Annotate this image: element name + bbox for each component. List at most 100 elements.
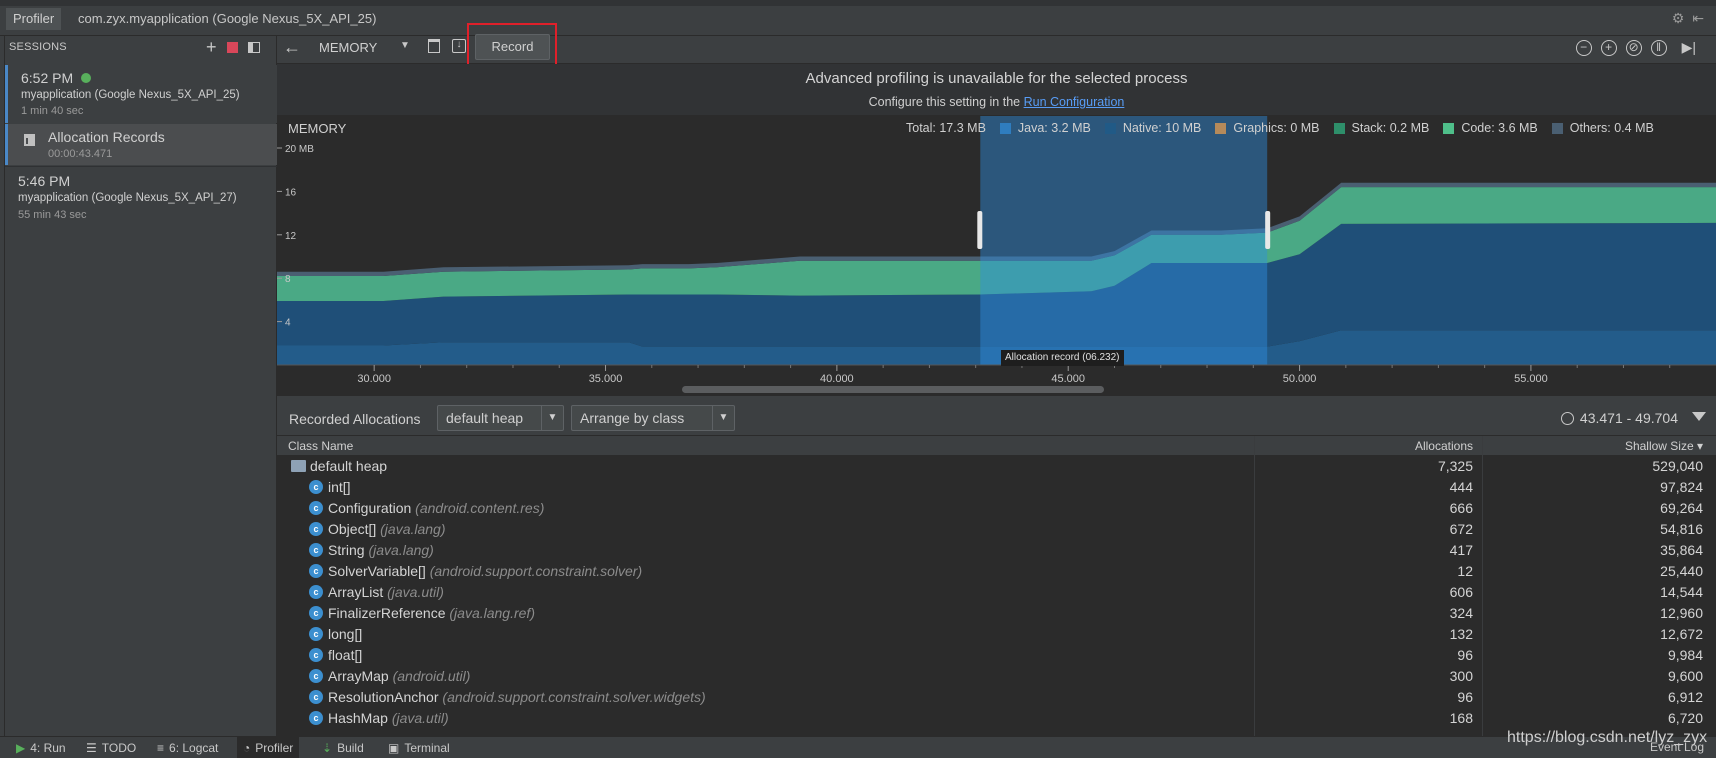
zoom-in-icon[interactable]: + — [1600, 39, 1617, 56]
allocations-count: 96 — [1457, 689, 1473, 705]
stack-swatch — [1333, 122, 1345, 134]
legend-total: Total: 17.3 MB — [906, 121, 986, 135]
new-session-plus-icon[interactable]: + — [206, 38, 217, 56]
heap-select[interactable]: default heap ▼ — [437, 405, 564, 431]
class-simple-name: FinalizerReference — [328, 605, 446, 621]
todo-icon: ☰ — [86, 741, 97, 755]
zoom-out-icon[interactable]: − — [1575, 39, 1592, 56]
table-row[interactable]: c Object[] (java.lang) 672 54,816 — [277, 519, 1716, 540]
logcat-icon: ≡ — [157, 741, 165, 755]
top-right-tools: ⚙ ⇤ — [1672, 10, 1704, 27]
table-row[interactable]: c ArrayMap (android.util) 300 9,600 — [277, 666, 1716, 687]
class-simple-name: ArrayMap — [328, 668, 389, 684]
reset-zoom-icon[interactable]: ⊘ — [1625, 39, 1642, 56]
x-tick-label: 30.000 — [357, 373, 391, 385]
settings-gear-icon[interactable]: ⚙ — [1672, 10, 1685, 27]
session-item-2[interactable]: 5:46 PM myapplication (Google Nexus_5X_A… — [5, 166, 277, 224]
timeline-scrollbar[interactable] — [682, 386, 1104, 393]
logcat-label: 6: Logcat — [169, 741, 219, 755]
class-package: (java.lang) — [368, 542, 434, 558]
allocations-count: 7,325 — [1437, 458, 1473, 474]
chevron-down-icon[interactable]: ▼ — [400, 40, 410, 51]
selection-right-handle — [1265, 211, 1271, 249]
profiler-select[interactable]: MEMORY — [319, 40, 377, 55]
sessions-header: SESSIONS — [9, 41, 67, 53]
memory-chart[interactable]: 20 MB 16 12 8 4 30.000 35.000 40.000 45.000 50.00… — [277, 116, 1716, 398]
table-row[interactable]: c ArrayList (java.util) 606 14,544 — [277, 582, 1716, 603]
class-package: (android.util) — [392, 668, 471, 684]
table-row[interactable]: c float[] 96 9,984 — [277, 645, 1716, 666]
y-tick-label: 16 — [285, 187, 297, 198]
trash-icon[interactable] — [428, 39, 440, 53]
legend-stack-label: Stack: 0.2 MB — [1351, 121, 1430, 135]
session-time: 6:52 PM — [21, 70, 74, 86]
back-arrow-icon[interactable]: ← — [283, 37, 301, 58]
table-row[interactable]: c Configuration (android.content.res) 666 6… — [277, 498, 1716, 519]
table-row[interactable]: c ResolutionAnchor (android.support.const… — [277, 687, 1716, 708]
shallow-size: 6,912 — [1667, 689, 1703, 705]
class-simple-name: Configuration — [328, 500, 412, 516]
table-row[interactable]: c long[] 132 12,672 — [277, 624, 1716, 645]
others-swatch — [1551, 122, 1563, 134]
table-row[interactable]: c SolverVariable[] (android.support.const… — [277, 561, 1716, 582]
terminal-label: Terminal — [404, 741, 450, 755]
zoom-controls: − + ⊘ ‖ ▶| — [1575, 39, 1696, 56]
run-tool[interactable]: ▶ 4: Run — [16, 741, 66, 755]
session-item-1[interactable]: 6:52 PM myapplication (Google Nexus_5X_A… — [5, 65, 277, 123]
class-simple-name: SolverVariable[] — [328, 563, 426, 579]
shallow-size: 12,672 — [1660, 626, 1703, 642]
class-name: default heap — [310, 458, 388, 474]
table-row[interactable]: c FinalizerReference (java.lang.ref) 324 12… — [277, 603, 1716, 624]
todo-label: TODO — [101, 741, 137, 755]
run-configuration-link[interactable]: Run Configuration — [1024, 95, 1125, 109]
session-app: myapplication (Google Nexus_5X_API_27) — [18, 192, 237, 204]
table-row-root[interactable]: default heap 7,325 529,040 — [277, 456, 1716, 477]
col-allocations[interactable]: Allocations — [1415, 439, 1473, 453]
x-tick-label: 35.000 — [589, 373, 623, 385]
allocations-count: 168 — [1449, 710, 1473, 726]
y-tick-label: 8 — [285, 274, 291, 285]
x-tick-label: 55.000 — [1514, 373, 1548, 385]
heap-dump-icon[interactable]: ↓ — [452, 39, 466, 53]
legend-graphics-label: Graphics: 0 MB — [1233, 121, 1320, 135]
shallow-size: 9,984 — [1667, 647, 1703, 663]
y-tick-label: 4 — [285, 318, 291, 329]
class-name: SolverVariable[] (android.support.constr… — [328, 563, 642, 579]
col-class-name[interactable]: Class Name — [288, 439, 353, 453]
table-row[interactable]: c String (java.lang) 417 35,864 — [277, 540, 1716, 561]
go-live-icon[interactable]: ▶| — [1682, 39, 1696, 56]
col-shallow-size[interactable]: Shallow Size ▾ — [1625, 439, 1703, 453]
build-tool[interactable]: ⇣ Build — [322, 741, 364, 755]
y-tick-label: 12 — [285, 231, 297, 242]
artifact-allocation-records[interactable]: Allocation Records 00:00:43.471 — [5, 124, 277, 165]
shallow-size: 529,040 — [1652, 458, 1703, 474]
native-swatch — [1104, 122, 1116, 134]
terminal-tool[interactable]: ▣ Terminal — [388, 741, 450, 755]
legend-native: Native: 10 MB — [1104, 121, 1201, 135]
x-tick-label: 45.000 — [1051, 373, 1085, 385]
build-label: Build — [337, 741, 364, 755]
filter-icon[interactable] — [1692, 412, 1706, 421]
pause-icon[interactable]: ‖ — [1650, 39, 1667, 56]
table-row[interactable]: c HashMap (java.util) 168 6,720 — [277, 708, 1716, 729]
hide-panel-icon[interactable]: ⇤ — [1692, 10, 1704, 27]
allocations-count: 96 — [1457, 647, 1473, 663]
class-simple-name: HashMap — [328, 710, 388, 726]
class-package: (android.content.res) — [415, 500, 545, 516]
record-button[interactable]: Record — [475, 34, 550, 60]
logcat-tool[interactable]: ≡ 6: Logcat — [157, 741, 218, 755]
table-row[interactable]: c int[] 444 97,824 — [277, 477, 1716, 498]
class-simple-name: ArrayList — [328, 584, 384, 600]
y-tick-label: 20 MB — [285, 144, 314, 155]
stop-session-icon[interactable] — [226, 41, 238, 53]
arrange-select[interactable]: Arrange by class ▼ — [571, 405, 735, 431]
graphics-swatch — [1215, 122, 1227, 134]
session-duration: 1 min 40 sec — [21, 105, 84, 117]
tab-profiler[interactable]: Profiler — [6, 8, 62, 30]
tab-device-process[interactable]: com.zyx.myapplication (Google Nexus_5X_A… — [72, 8, 382, 30]
class-icon: c — [309, 480, 323, 494]
profiler-tool[interactable]: ◔ Profiler — [237, 737, 300, 758]
todo-tool[interactable]: ☰ TODO — [86, 741, 136, 755]
collapse-sessions-icon[interactable] — [247, 41, 260, 53]
terminal-icon: ▣ — [388, 741, 400, 755]
